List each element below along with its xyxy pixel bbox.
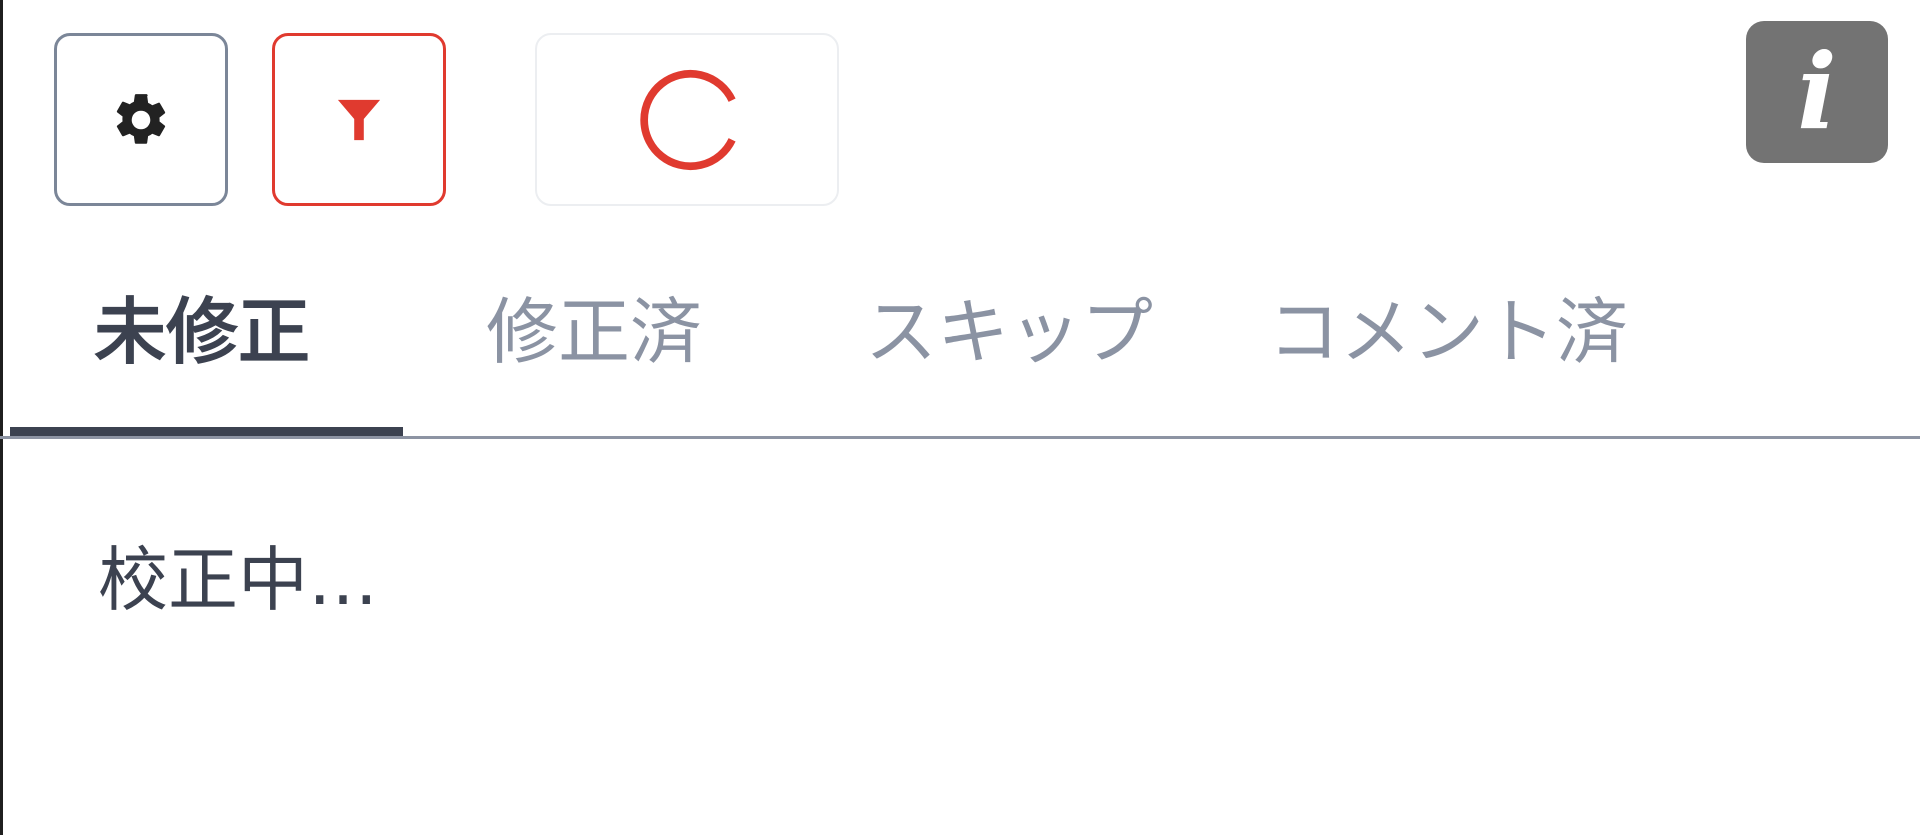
filter-icon	[337, 99, 381, 140]
tab-skipped[interactable]: スキップ	[865, 296, 1153, 368]
refresh-icon	[640, 69, 736, 170]
tab-bar-divider	[0, 436, 1920, 439]
info-button[interactable]: i	[1746, 21, 1888, 163]
info-icon: i	[1797, 30, 1837, 153]
settings-button[interactable]	[54, 33, 228, 206]
gear-icon	[116, 93, 166, 144]
tab-bar: 未修正 修正済 スキップ コメント済	[0, 280, 1920, 440]
tab-commented[interactable]: コメント済	[1268, 296, 1628, 368]
tab-fixed[interactable]: 修正済	[486, 296, 702, 368]
tab-unfixed[interactable]: 未修正	[94, 296, 310, 368]
filter-button[interactable]	[272, 33, 446, 206]
status-message: 校正中…	[98, 539, 378, 621]
refresh-button[interactable]	[535, 33, 839, 206]
active-tab-indicator	[10, 427, 403, 436]
